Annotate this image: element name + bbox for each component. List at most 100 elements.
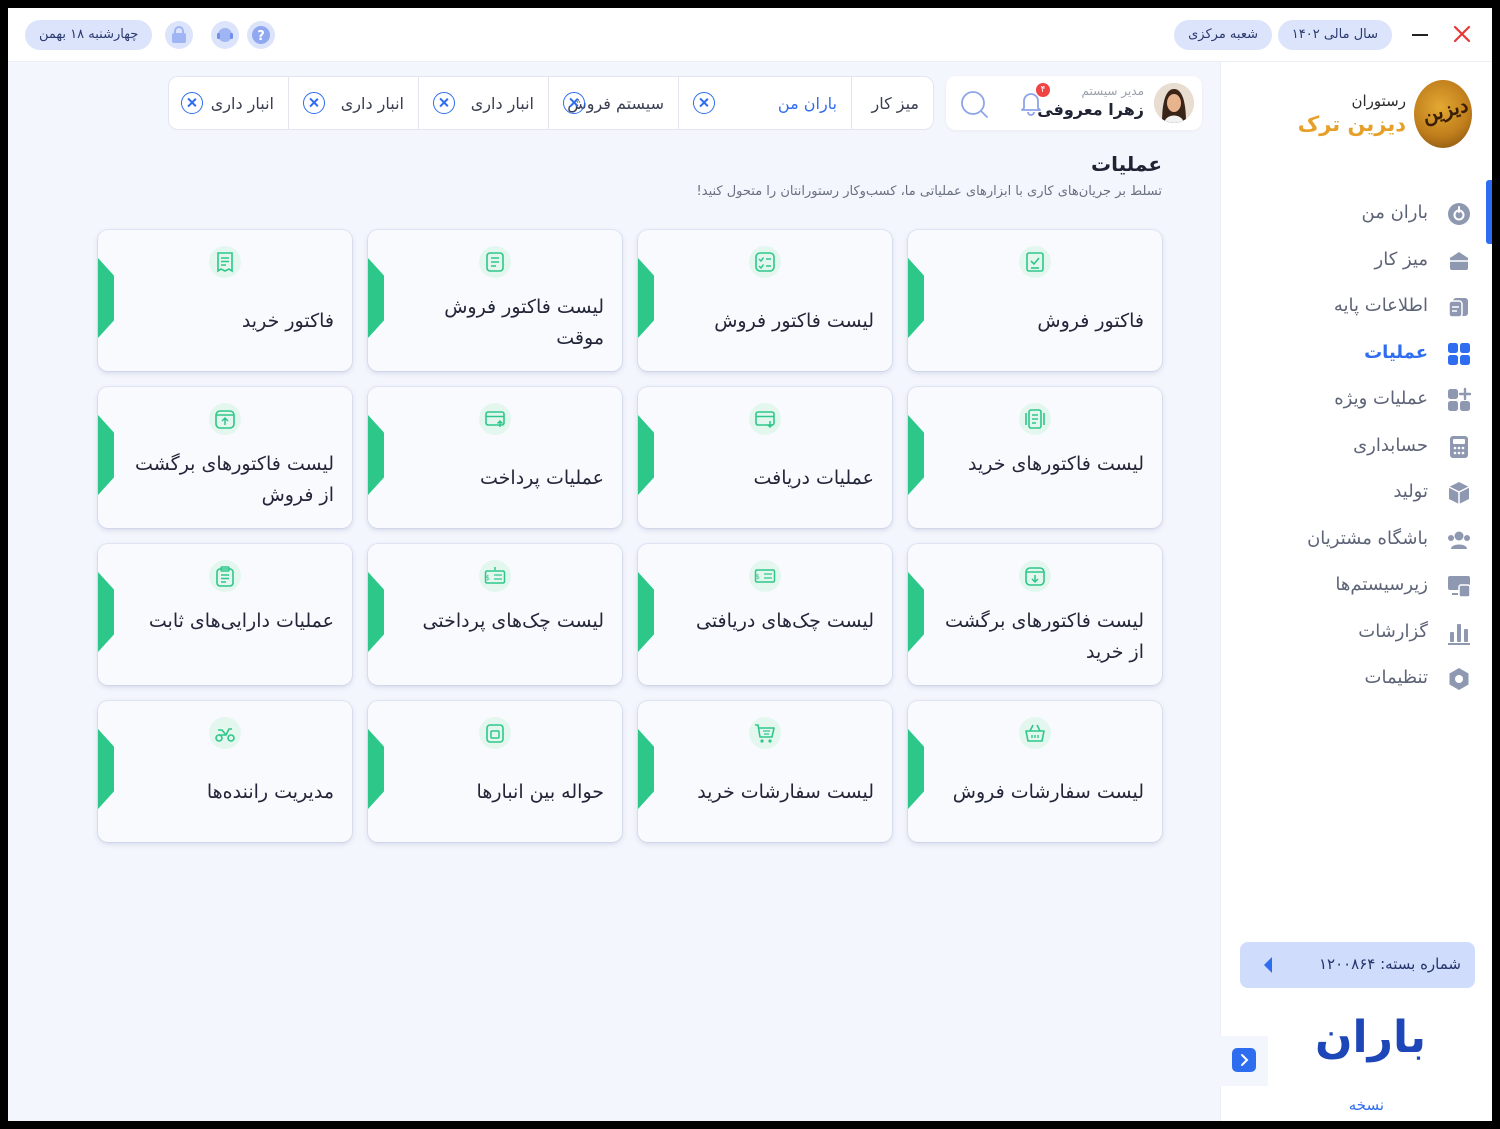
operation-card[interactable]: لیست فاکتورهای خرید bbox=[908, 387, 1162, 528]
operation-card[interactable]: لیست فاکتورهای برگشت از فروش bbox=[98, 387, 352, 528]
operation-card[interactable]: عملیات دارایی‌های ثابت bbox=[98, 544, 352, 685]
operation-card[interactable]: حواله بین انبارها bbox=[368, 701, 622, 842]
notification-badge: ۴ bbox=[1036, 83, 1050, 97]
svg-text:$: $ bbox=[756, 573, 760, 581]
lock-icon[interactable] bbox=[165, 21, 193, 49]
return-down-icon bbox=[1019, 560, 1051, 592]
restaurant-logo: دیزین bbox=[1414, 80, 1472, 148]
card-accent-tab bbox=[368, 572, 384, 652]
sidebar-item-2[interactable]: میز کار bbox=[1232, 244, 1472, 278]
sidebar-item-3[interactable]: اطلاعات پایه bbox=[1232, 290, 1472, 324]
card-title: عملیات دریافت bbox=[753, 467, 874, 489]
operation-card[interactable]: لیست سفارشات خرید bbox=[638, 701, 892, 842]
brand-line2: دیزین ترک bbox=[1297, 112, 1406, 136]
card-title: لیست فاکتور فروش موقت bbox=[444, 296, 604, 349]
card-title: لیست فاکتورهای برگشت از فروش bbox=[135, 453, 334, 506]
tab-4[interactable]: انبار داری bbox=[418, 77, 548, 129]
help-icon[interactable]: ? bbox=[247, 21, 275, 49]
cheque-pay-icon: $ bbox=[479, 560, 511, 592]
card-accent-tab bbox=[908, 258, 924, 338]
tab-label: انبار داری bbox=[470, 94, 534, 113]
sidebar-item-9[interactable]: زیرسیستم‌ها bbox=[1232, 569, 1472, 603]
subsystems-icon bbox=[1446, 573, 1472, 599]
operation-card[interactable]: فاکتور فروش bbox=[908, 230, 1162, 371]
operation-card[interactable]: عملیات دریافت bbox=[638, 387, 892, 528]
card-accent-tab bbox=[368, 258, 384, 338]
document-list-icon bbox=[1019, 403, 1051, 435]
tab-close-icon[interactable] bbox=[303, 92, 325, 114]
page-subtitle: تسلط بر جریان‌های کاری با ابزارهای عملیا… bbox=[696, 184, 1162, 199]
close-icon[interactable] bbox=[1450, 22, 1474, 46]
tab-3[interactable]: سیستم فروش bbox=[548, 77, 678, 129]
cart-icon bbox=[749, 717, 781, 749]
minimize-icon[interactable] bbox=[1412, 34, 1428, 36]
settings-icon bbox=[1446, 666, 1472, 692]
desk-icon bbox=[1446, 248, 1472, 274]
operation-card[interactable]: فاکتور خرید bbox=[98, 230, 352, 371]
branch-badge[interactable]: شعبه مرکزی bbox=[1174, 20, 1272, 50]
page-title: عملیات bbox=[1090, 152, 1162, 176]
tab-close-icon[interactable] bbox=[181, 92, 203, 114]
users-icon bbox=[1446, 527, 1472, 553]
tab-label: انبار داری bbox=[210, 94, 274, 113]
tab-close-icon[interactable] bbox=[433, 92, 455, 114]
card-title: لیست فاکتورهای خرید bbox=[967, 453, 1144, 475]
grid-plus-icon bbox=[1446, 387, 1472, 413]
operation-card[interactable]: عملیات پرداخت bbox=[368, 387, 622, 528]
sidebar-item-8[interactable]: باشگاه مشتریان bbox=[1232, 523, 1472, 557]
sidebar-item-1[interactable]: باران من bbox=[1232, 197, 1472, 231]
box-icon bbox=[1446, 480, 1472, 506]
card-receive-icon bbox=[749, 403, 781, 435]
tab-2[interactable]: باران من bbox=[678, 77, 851, 129]
sidebar-item-10[interactable]: گزارشات bbox=[1232, 616, 1472, 650]
sidebar-item-4[interactable]: عملیات bbox=[1232, 337, 1472, 371]
operation-card[interactable]: لیست فاکتور فروش موقت bbox=[368, 230, 622, 371]
user-card[interactable]: مدیر سیستم زهرا معروفی ۴ bbox=[946, 76, 1202, 130]
brand-line1: رستوران bbox=[1351, 92, 1406, 110]
sidebar-scrollbar[interactable] bbox=[1486, 180, 1492, 244]
version-label[interactable]: نسخه bbox=[1349, 1096, 1384, 1114]
sidebar-item-11[interactable]: تنظیمات bbox=[1232, 662, 1472, 696]
tab-label: انبار داری bbox=[340, 94, 404, 113]
sidebar-item-5[interactable]: عملیات ویژه bbox=[1232, 383, 1472, 417]
svg-text:$: $ bbox=[486, 574, 490, 582]
card-accent-tab bbox=[98, 415, 114, 495]
card-title: لیست سفارشات فروش bbox=[952, 781, 1144, 803]
card-title: فاکتور خرید bbox=[241, 310, 334, 332]
receipt-list-icon bbox=[479, 246, 511, 278]
sidebar-item-6[interactable]: حسابداری bbox=[1232, 430, 1472, 464]
card-title: لیست چک‌های پرداختی bbox=[422, 610, 604, 632]
operation-card[interactable]: لیست سفارشات فروش bbox=[908, 701, 1162, 842]
card-accent-tab bbox=[908, 572, 924, 652]
tab-5[interactable]: انبار داری bbox=[288, 77, 418, 129]
support-icon[interactable] bbox=[211, 21, 239, 49]
package-number[interactable]: شماره بسته: ۱۲۰۰۸۶۴ bbox=[1240, 942, 1475, 988]
operation-card[interactable]: $ لیست چک‌های دریافتی bbox=[638, 544, 892, 685]
card-accent-tab bbox=[98, 258, 114, 338]
sidebar-collapse-button[interactable] bbox=[1218, 1036, 1268, 1086]
operation-card[interactable]: لیست فاکتورهای برگشت از خرید bbox=[908, 544, 1162, 685]
tab-close-icon[interactable] bbox=[563, 92, 585, 114]
sidebar-item-label: زیرسیستم‌ها bbox=[1335, 574, 1428, 595]
card-accent-tab bbox=[908, 729, 924, 809]
card-title: لیست فاکتور فروش bbox=[714, 310, 874, 332]
operation-card[interactable]: مدیریت راننده‌ها bbox=[98, 701, 352, 842]
sidebar-item-label: میز کار bbox=[1374, 248, 1428, 270]
avatar[interactable] bbox=[1154, 83, 1194, 123]
tab-close-icon[interactable] bbox=[693, 92, 715, 114]
tab-6[interactable]: انبار داری bbox=[169, 77, 288, 129]
app-window: سال مالی ۱۴۰۲ شعبه مرکزی چهارشنبه ۱۸ بهم… bbox=[8, 8, 1492, 1121]
return-up-icon bbox=[209, 403, 241, 435]
search-icon[interactable] bbox=[958, 88, 990, 120]
operation-card[interactable]: لیست فاکتور فروش bbox=[638, 230, 892, 371]
card-title: لیست فاکتورهای برگشت از خرید bbox=[945, 610, 1144, 663]
card-title: لیست چک‌های دریافتی bbox=[695, 610, 874, 632]
fiscal-year-badge[interactable]: سال مالی ۱۴۰۲ bbox=[1277, 20, 1392, 50]
sidebar-item-label: عملیات ویژه bbox=[1334, 388, 1428, 409]
sidebar-item-7[interactable]: تولید bbox=[1232, 476, 1472, 510]
date-badge: چهارشنبه ۱۸ بهمن bbox=[25, 20, 153, 50]
card-title: حواله بین انبارها bbox=[476, 781, 604, 803]
tab-1[interactable]: میز کار bbox=[851, 77, 933, 129]
grid-icon bbox=[1446, 341, 1472, 367]
operation-card[interactable]: $ لیست چک‌های پرداختی bbox=[368, 544, 622, 685]
